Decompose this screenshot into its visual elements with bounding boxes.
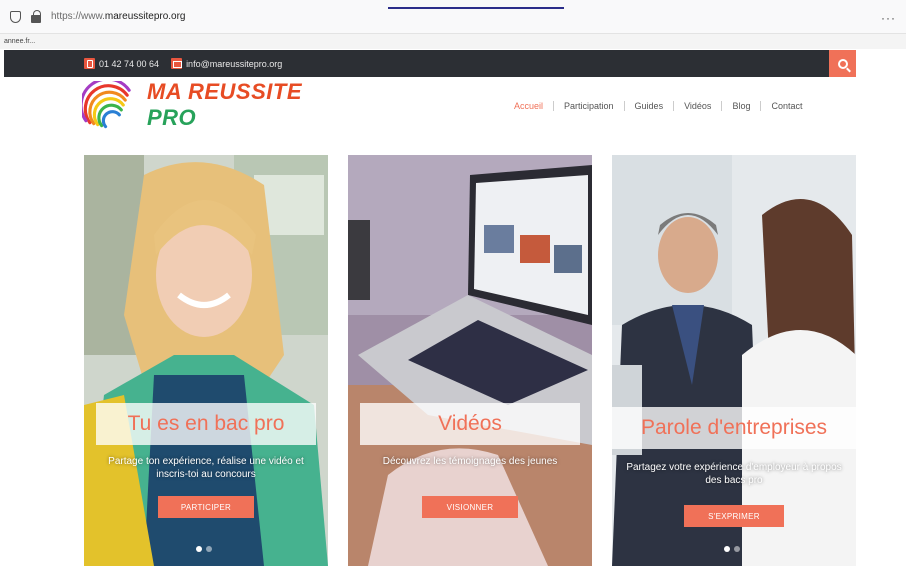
- nav-item-accueil[interactable]: Accueil: [504, 101, 553, 111]
- card-student: Tu es en bac pro Partage ton expérience,…: [84, 155, 328, 566]
- visionner-button[interactable]: VISIONNER: [422, 496, 518, 518]
- search-icon: [837, 58, 848, 69]
- main-nav: Accueil Participation Guides Vidéos Blog…: [504, 98, 812, 114]
- page-actions-icon[interactable]: ···: [881, 11, 896, 25]
- carousel-dots: [196, 546, 212, 552]
- browser-address-bar: https://www.mareussitepro.org ···: [0, 0, 906, 34]
- email-address: info@mareussitepro.org: [186, 58, 283, 69]
- phone-number: 01 42 74 00 64: [99, 58, 160, 69]
- card-title: Tu es en bac pro: [96, 403, 316, 445]
- nav-item-videos[interactable]: Vidéos: [674, 101, 721, 111]
- nav-item-participation[interactable]: Participation: [554, 101, 624, 111]
- mail-icon: [171, 58, 183, 69]
- bookmark-bar: annee.fr...: [0, 34, 906, 49]
- active-tab-indicator: [388, 7, 564, 9]
- card-description: Partagez votre expérience d'employeur à …: [626, 462, 842, 486]
- card-videos: Vidéos Découvrez les témoignages des jeu…: [348, 155, 592, 566]
- exprimer-button[interactable]: S'EXPRIMER: [684, 505, 784, 527]
- carousel-dot[interactable]: [734, 546, 740, 552]
- carousel-dot[interactable]: [206, 546, 212, 552]
- email-contact[interactable]: info@mareussitepro.org: [171, 58, 282, 69]
- rainbow-logo-icon: [82, 81, 131, 129]
- card-title: Parole d'entreprises: [612, 407, 856, 449]
- url-field[interactable]: https://www.mareussitepro.org: [51, 11, 186, 22]
- shield-icon[interactable]: [10, 10, 21, 23]
- participer-button[interactable]: PARTICIPER: [158, 496, 254, 518]
- phone-icon: [84, 58, 95, 69]
- card-title: Vidéos: [360, 403, 580, 445]
- card-description: Partage ton expérience, réalise une vidé…: [108, 456, 304, 480]
- nav-item-blog[interactable]: Blog: [722, 101, 760, 111]
- contact-topbar: 01 42 74 00 64 info@mareussitepro.org: [4, 50, 856, 77]
- logo-wordmark: MA REUSSITE PRO: [146, 79, 302, 130]
- site-logo[interactable]: MA REUSSITE PRO: [82, 79, 354, 130]
- lock-icon[interactable]: [31, 9, 41, 23]
- carousel-dot[interactable]: [724, 546, 730, 552]
- card-companies: Parole d'entreprises Partagez votre expé…: [612, 155, 856, 566]
- search-button[interactable]: [829, 50, 856, 77]
- carousel-dots: [724, 546, 740, 552]
- carousel-dot[interactable]: [196, 546, 202, 552]
- nav-item-guides[interactable]: Guides: [625, 101, 674, 111]
- phone-contact[interactable]: 01 42 74 00 64: [84, 58, 159, 69]
- bookmark-item[interactable]: annee.fr...: [4, 38, 35, 45]
- card-description: Découvrez les témoignages des jeunes: [382, 456, 558, 467]
- nav-item-contact[interactable]: Contact: [761, 101, 812, 111]
